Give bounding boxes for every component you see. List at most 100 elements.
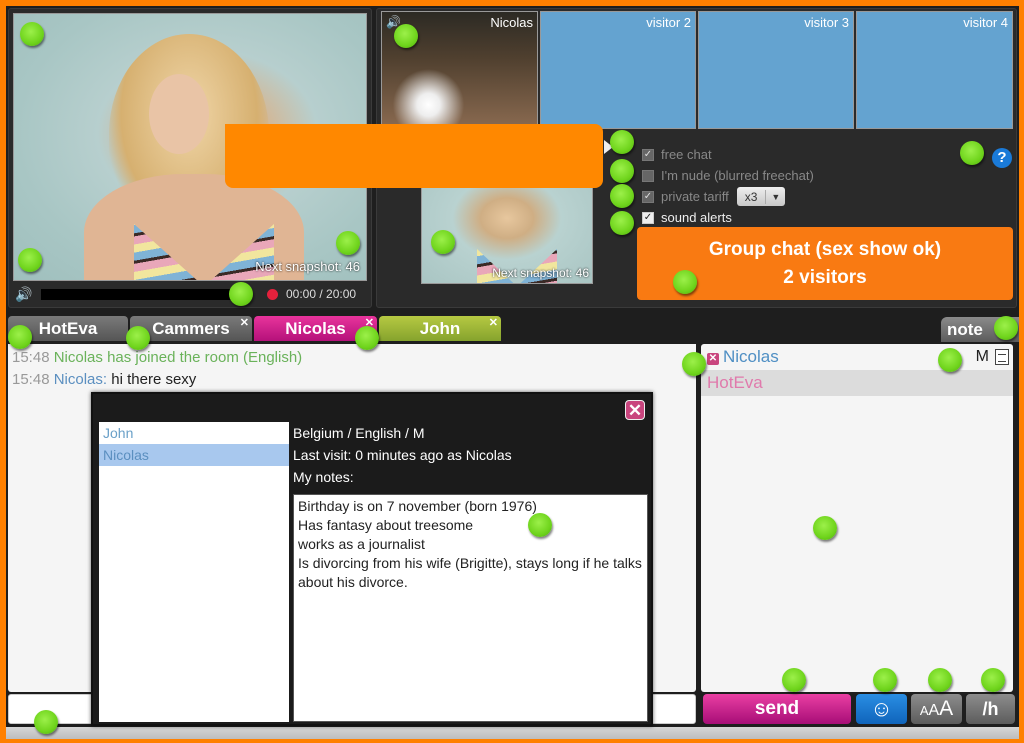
bottom-strip xyxy=(6,727,1019,739)
checkbox-checked-icon[interactable]: ✓ xyxy=(642,190,654,203)
hotspot-marker xyxy=(610,159,634,183)
user-list: ✕ Nicolas M HotEva xyxy=(701,344,1013,692)
chat-line: 15:48 Nicolas: hi there sexy xyxy=(12,369,692,391)
hotspot-marker xyxy=(673,270,697,294)
notes-user-item-selected[interactable]: Nicolas xyxy=(99,444,289,466)
cam-tile-visitor-3[interactable]: visitor 3 xyxy=(698,11,854,129)
tab-label: John xyxy=(419,319,461,338)
tab-label: Nicolas xyxy=(285,319,346,338)
hotspot-marker xyxy=(994,316,1018,340)
notes-user-item[interactable]: John xyxy=(99,422,289,444)
font-size-icon-large: A xyxy=(939,697,954,720)
option-label: I'm nude (blurred freechat) xyxy=(661,168,814,183)
option-private-tariff[interactable]: ✓ private tariff x3 ▼ xyxy=(642,186,1012,207)
chevron-down-icon: ▼ xyxy=(771,191,781,202)
option-label: private tariff xyxy=(661,189,729,204)
chat-line: 15:48 Nicolas has joined the room (Engli… xyxy=(12,347,692,369)
cam-label: Nicolas xyxy=(490,15,533,30)
tab-label: HotEva xyxy=(38,319,98,338)
video-progress-bar[interactable] xyxy=(41,288,231,300)
chat-app: Next snapshot: 46 🔊 00:00 / 20:00 🔊 Nico… xyxy=(6,6,1019,739)
tariff-value: x3 xyxy=(737,189,767,204)
chat-time: 15:48 xyxy=(12,371,50,388)
hotspot-marker xyxy=(431,230,455,254)
cam-label: visitor 4 xyxy=(963,15,1008,30)
hotspot-marker xyxy=(928,668,952,692)
checkbox-checked-icon[interactable]: ✓ xyxy=(642,148,654,161)
snapshot-thumbnail[interactable]: Next snapshot: 46 xyxy=(421,174,593,284)
history-button[interactable]: /h xyxy=(966,694,1015,724)
help-icon[interactable]: ? xyxy=(992,148,1012,168)
hotspot-marker xyxy=(355,326,379,350)
video-figure-face xyxy=(149,74,209,154)
snapshot-countdown: Next snapshot: 46 xyxy=(255,259,360,274)
font-size-button[interactable]: AAA xyxy=(911,694,962,724)
send-button[interactable]: send xyxy=(703,694,851,724)
chat-message: hi there sexy xyxy=(111,371,197,388)
user-location: Belgium / English / M xyxy=(293,425,425,441)
chat-username[interactable]: Nicolas: xyxy=(54,371,107,388)
option-free-chat[interactable]: ✓ free chat xyxy=(642,144,1012,165)
hotspot-marker xyxy=(938,348,962,372)
user-last-visit: Last visit: 0 minutes ago as Nicolas xyxy=(293,447,512,463)
hotspot-marker xyxy=(8,325,32,349)
hotspot-marker xyxy=(229,282,253,306)
hotspot-marker xyxy=(18,248,42,272)
hotspot-marker xyxy=(34,710,58,734)
time-display: 00:00 / 20:00 xyxy=(286,287,357,301)
user-gender: M xyxy=(975,348,989,365)
hotspot-marker xyxy=(873,668,897,692)
close-icon[interactable]: ✕ xyxy=(240,311,249,336)
option-label: sound alerts xyxy=(661,210,732,225)
tab-label: Cammers xyxy=(152,319,230,338)
user-name: Nicolas xyxy=(723,347,779,366)
hotspot-marker xyxy=(528,513,552,537)
option-label: free chat xyxy=(661,147,712,162)
hotspot-marker xyxy=(610,211,634,235)
chat-time: 15:48 xyxy=(12,349,50,366)
notes-label: My notes: xyxy=(293,469,354,485)
notes-user-info: Belgium / English / M Last visit: 0 minu… xyxy=(293,422,512,488)
smiley-icon[interactable]: ☺ xyxy=(856,694,907,724)
hotspot-marker xyxy=(126,326,150,350)
hotspot-marker xyxy=(960,141,984,165)
options-panel: ✓ free chat I'm nude (blurred freechat) … xyxy=(642,144,1012,228)
user-list-item[interactable]: HotEva xyxy=(701,370,1013,396)
note-document-icon[interactable] xyxy=(995,349,1009,365)
hotspot-marker xyxy=(610,130,634,154)
checkbox-unchecked-icon[interactable] xyxy=(642,169,654,182)
font-size-icon-medium: A xyxy=(928,702,940,719)
hotspot-marker xyxy=(813,516,837,540)
hotspot-marker xyxy=(981,668,1005,692)
cam-tile-visitor-2[interactable]: visitor 2 xyxy=(540,11,696,129)
option-sound-alerts[interactable]: ✓ sound alerts xyxy=(642,207,1012,228)
hotspot-marker xyxy=(782,668,806,692)
user-name: HotEva xyxy=(707,373,763,392)
redaction-banner xyxy=(225,124,603,188)
record-dot-icon[interactable] xyxy=(267,288,278,300)
speaker-icon[interactable]: 🔊 xyxy=(13,286,35,303)
hotspot-marker xyxy=(394,24,418,48)
notes-dialog: ✕ John Nicolas Belgium / English / M Las… xyxy=(91,392,653,726)
option-nude[interactable]: I'm nude (blurred freechat) xyxy=(642,165,1012,186)
cam-label: visitor 3 xyxy=(804,15,849,30)
tariff-select[interactable]: x3 ▼ xyxy=(736,187,786,206)
notes-textarea[interactable] xyxy=(293,494,648,722)
video-controls: 🔊 00:00 / 20:00 xyxy=(13,283,367,305)
cam-tile-visitor-4[interactable]: visitor 4 xyxy=(856,11,1013,129)
tab-john[interactable]: John ✕ xyxy=(379,316,501,341)
cam-label: visitor 2 xyxy=(646,15,691,30)
chat-tabs: HotEva Cammers ✕ Nicolas ✕ John ✕ note xyxy=(6,315,1019,343)
user-list-item[interactable]: ✕ Nicolas M xyxy=(701,344,1013,370)
hotspot-marker xyxy=(682,352,706,376)
close-icon[interactable]: ✕ xyxy=(625,400,645,420)
hotspot-marker xyxy=(610,184,634,208)
kick-icon[interactable]: ✕ xyxy=(707,353,719,365)
hotspot-marker xyxy=(20,22,44,46)
snapshot-countdown: Next snapshot: 46 xyxy=(492,266,589,280)
checkbox-checked-icon[interactable]: ✓ xyxy=(642,211,654,224)
group-chat-title: Group chat (sex show ok) xyxy=(708,239,942,260)
close-icon[interactable]: ✕ xyxy=(489,311,498,336)
notes-user-list: John Nicolas xyxy=(99,422,289,722)
chat-system-message: Nicolas has joined the room (English) xyxy=(53,349,303,366)
